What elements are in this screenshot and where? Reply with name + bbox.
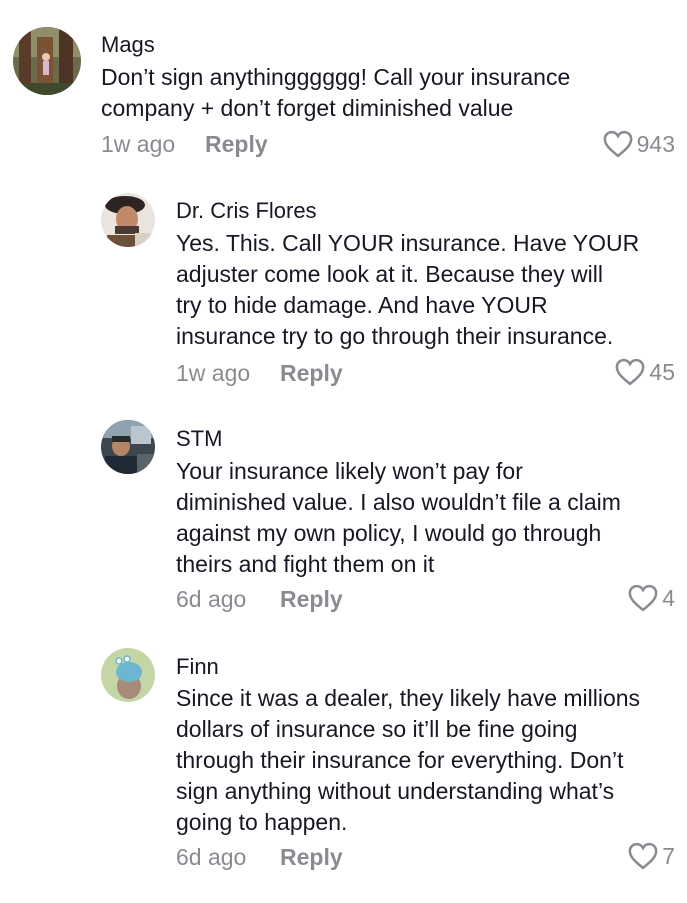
user-avatar[interactable] [13, 27, 81, 95]
comment-text-line: adjuster come look at it. Because they w… [176, 261, 603, 287]
user-avatar[interactable] [101, 648, 155, 702]
comment-username[interactable]: STM [176, 426, 222, 452]
reply-item: Finn Since it was a dealer, they likely … [0, 640, 687, 903]
man-in-car-avatar-icon [101, 420, 155, 474]
comment-text-line: theirs and fight them on it [176, 551, 435, 577]
comment-username[interactable]: Dr. Cris Flores [176, 198, 317, 224]
reply-item: STM Your insurance likely won’t pay for … [0, 410, 687, 640]
like-count: 45 [649, 358, 675, 385]
heart-icon [628, 842, 658, 870]
comment-text-line: try to hide damage. And have YOUR [176, 292, 548, 318]
reply-button[interactable]: Reply [280, 586, 343, 613]
reply-button[interactable]: Reply [205, 131, 268, 158]
comment-text-line: diminished value. I also wouldn’t file a… [176, 489, 621, 515]
comment-timestamp: 1w ago [101, 131, 176, 157]
comment-text: Yes. This. Call YOUR insurance. Have YOU… [176, 228, 639, 352]
comment-text-line: dollars of insurance so it’ll be fine go… [176, 716, 578, 742]
comment-text-line: company + don’t forget diminished value [101, 95, 514, 121]
comment-text-line: Your insurance likely won’t pay for [176, 458, 523, 484]
comment-text-line: insurance try to go through their insura… [176, 323, 614, 349]
comment-timestamp: 6d ago [176, 844, 247, 870]
comment-text-line: against my own policy, I would go throug… [176, 520, 602, 546]
comment-text-line: through their insurance for everything. … [176, 747, 624, 773]
comment-timestamp: 6d ago [176, 586, 247, 612]
heart-icon [616, 358, 645, 386]
man-with-hat-avatar-icon [101, 193, 155, 247]
comment-text-line: Since it was a dealer, they likely have … [176, 685, 641, 711]
reply-button[interactable]: Reply [280, 844, 343, 871]
comment-text: Your insurance likely won’t pay for dimi… [176, 456, 621, 580]
comment-text: Since it was a dealer, they likely have … [176, 683, 640, 838]
comment-timestamp: 1w ago [176, 360, 251, 386]
heart-icon [603, 130, 633, 158]
like-count: 7 [662, 842, 675, 869]
like-count: 943 [636, 130, 675, 157]
cartoon-creature-avatar-icon [101, 648, 155, 702]
comment-item: Mags Don’t sign anythingggggg! Call your… [0, 0, 687, 180]
comment-text-line: Yes. This. Call YOUR insurance. Have YOU… [176, 230, 640, 256]
like-button[interactable]: 45 [615, 358, 675, 386]
comment-username[interactable]: Mags [101, 32, 155, 58]
like-button[interactable]: 4 [628, 584, 675, 612]
comment-text-line: sign anything without understanding what… [176, 778, 615, 804]
like-count: 4 [662, 584, 675, 611]
forest-photo-avatar-icon [13, 27, 81, 95]
heart-icon [628, 584, 658, 612]
user-avatar[interactable] [101, 193, 155, 247]
comment-text-line: Don’t sign anythingggggg! Call your insu… [101, 64, 571, 90]
comment-text-line: going to happen. [176, 809, 348, 835]
comment-username[interactable]: Finn [176, 654, 219, 680]
like-button[interactable]: 943 [603, 130, 675, 158]
comment-text: Don’t sign anythingggggg! Call your insu… [101, 62, 570, 124]
user-avatar[interactable] [101, 420, 155, 474]
reply-button[interactable]: Reply [280, 360, 343, 387]
reply-item: Dr. Cris Flores Yes. This. Call YOUR ins… [0, 180, 687, 410]
like-button[interactable]: 7 [628, 842, 675, 870]
